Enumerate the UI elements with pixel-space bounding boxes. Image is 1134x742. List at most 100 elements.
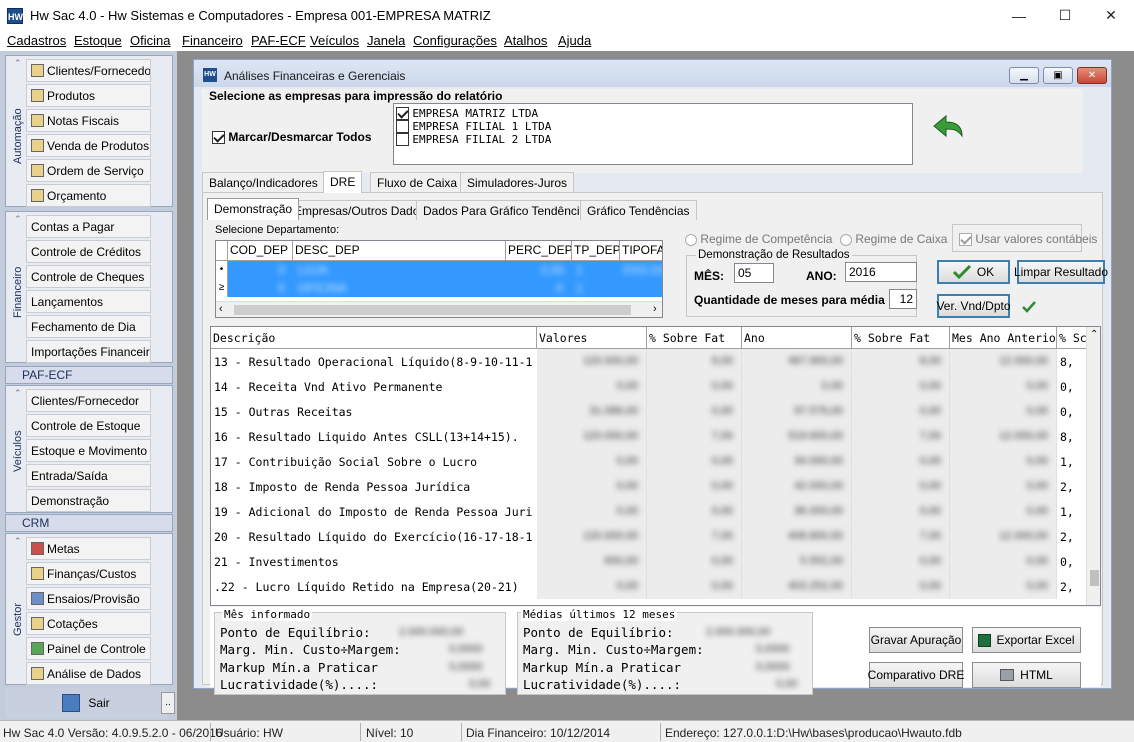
export-excel-button[interactable]: Exportar Excel: [972, 627, 1081, 653]
sidebar-item-venda-produtos[interactable]: Venda de Produtos: [26, 134, 151, 157]
collapse-chevron-icon[interactable]: ⌃: [14, 388, 22, 399]
minimize-button[interactable]: —: [996, 0, 1042, 31]
close-button[interactable]: ✕: [1088, 0, 1134, 31]
col-header[interactable]: % Sobre Fat: [647, 327, 742, 349]
sidebar-item-metas[interactable]: Metas: [26, 537, 151, 560]
col-header[interactable]: Mes Ano Anterior: [950, 327, 1057, 349]
dialog-minimize-button[interactable]: ▁: [1009, 67, 1039, 84]
col-header[interactable]: Ano: [742, 327, 852, 349]
table-row[interactable]: 21 - Investimentos 600,00 0,00 5.552,00 0,00…: [211, 549, 1086, 574]
col-header[interactable]: Descrição: [211, 327, 537, 349]
table-row[interactable]: 18 - Imposto de Renda Pessoa Jurídica 0,0…: [211, 474, 1086, 499]
menu-estoque[interactable]: Estoque: [74, 33, 122, 48]
sidebar-item-cotacoes[interactable]: Cotações: [26, 612, 151, 635]
company-item[interactable]: EMPRESA FILIAL 2 LTDA: [396, 132, 551, 147]
col-header[interactable]: PERC_DEP: [506, 241, 572, 261]
exit-button[interactable]: Sair: [5, 688, 167, 718]
table-row[interactable]: 14 - Receita Vnd Ativo Permanente 0,00 0,0…: [211, 374, 1086, 399]
sidebar-item-produtos[interactable]: Produtos: [26, 84, 151, 107]
table-row[interactable]: 13 - Resultado Operacional Líquido(8-9-1…: [211, 349, 1086, 374]
col-header[interactable]: Valores: [537, 327, 647, 349]
sidebar-item-fechamento-dia[interactable]: Fechamento de Dia: [26, 315, 151, 338]
toggle-all-checkbox[interactable]: Marcar/Desmarcar Todos: [212, 130, 372, 145]
sidebar-item-estoque-movimento[interactable]: Estoque e Movimento: [26, 439, 151, 462]
col-header[interactable]: % Sc: [1057, 327, 1087, 349]
scroll-thumb[interactable]: [1090, 570, 1099, 586]
tab-grafico-tendencias[interactable]: Gráfico Tendências: [580, 200, 697, 220]
sidebar-item-analise-dados[interactable]: Análise de Dados: [26, 662, 151, 685]
col-header[interactable]: % Sobre Fat: [852, 327, 950, 349]
tab-simuladores-juros[interactable]: Simuladores-Juros: [460, 172, 575, 192]
sidebar-item-demonstracao[interactable]: Demonstração: [26, 489, 151, 512]
sidebar-item-ensaios-provisao[interactable]: Ensaios/Provisão: [26, 587, 151, 610]
sidebar-item-painel-controle[interactable]: Painel de Controle: [26, 637, 151, 660]
col-header[interactable]: TP_DEP: [572, 241, 620, 261]
scroll-left-icon[interactable]: ‹: [219, 303, 223, 315]
month-input[interactable]: 05: [734, 263, 774, 283]
sidebar-item-contas-pagar[interactable]: Contas a Pagar: [26, 215, 151, 238]
sidebar-item-clientes-fornecedor-veiculos[interactable]: Clientes/Fornecedor: [26, 389, 151, 412]
table-row[interactable]: 19 - Adicional do Imposto de Renda Pesso…: [211, 499, 1086, 524]
collapse-chevron-icon[interactable]: ⌃: [14, 536, 22, 547]
sidebar-item-notas-fiscais[interactable]: Notas Fiscais: [26, 109, 151, 132]
dept-grid-scrollbar[interactable]: ‹ ›: [216, 301, 662, 317]
regime-competencia-radio[interactable]: Regime de Competência: [685, 232, 832, 246]
menu-configuracoes[interactable]: Configurações: [413, 33, 497, 48]
sidebar-item-importacoes-financeiro[interactable]: Importações Financeiro: [26, 340, 151, 363]
use-accounting-values-checkbox[interactable]: Usar valores contábeis: [952, 224, 1097, 252]
menu-oficina[interactable]: Oficina: [130, 33, 170, 48]
sidebar-item-clientes-fornecedor[interactable]: Clientes/Fornecedor: [26, 59, 151, 82]
regime-caixa-radio[interactable]: Regime de Caixa: [840, 232, 947, 246]
tab-empresas-outros[interactable]: Empresas/Outros Dados: [287, 200, 433, 220]
dre-grid-scrollbar[interactable]: ⌃: [1086, 327, 1100, 605]
sidebar-item-controle-estoque[interactable]: Controle de Estoque: [26, 414, 151, 437]
menu-atalhos[interactable]: Atalhos: [504, 33, 547, 48]
table-row[interactable]: 16 - Resultado Liquido Antes CSLL(13+14+…: [211, 424, 1086, 449]
clear-result-button[interactable]: Limpar Resultado: [1014, 260, 1108, 284]
dialog-close-button[interactable]: ✕: [1077, 67, 1107, 84]
collapse-chevron-icon[interactable]: ⌃: [14, 58, 22, 69]
compare-dre-button[interactable]: Comparativo DRE: [868, 662, 964, 688]
sidebar-item-controle-cheques[interactable]: Controle de Cheques: [26, 265, 151, 288]
menu-cadastros[interactable]: Cadastros: [7, 33, 66, 48]
sidebar-item-orcamento[interactable]: Orçamento: [26, 184, 151, 207]
menu-financeiro[interactable]: Financeiro: [182, 33, 243, 48]
tab-demonstracao[interactable]: Demonstração: [207, 198, 300, 220]
sidebar-section-paf-ecf[interactable]: PAF-ECF: [5, 366, 173, 384]
sidebar-item-financas-custos[interactable]: Finanças/Custos: [26, 562, 151, 585]
table-row[interactable]: ≥ 5 OFICINA 0 1: [216, 279, 662, 297]
scroll-right-icon[interactable]: ›: [653, 303, 657, 315]
scroll-thumb[interactable]: [234, 305, 631, 315]
tab-dados-grafico[interactable]: Dados Para Gráfico Tendências: [416, 200, 600, 220]
sidebar-section-crm[interactable]: CRM: [5, 514, 173, 532]
menu-paf-ecf[interactable]: PAF-ECF: [251, 33, 306, 48]
tab-balanco-indicadores[interactable]: Balanço/Indicadores: [202, 172, 325, 192]
tab-fluxo-caixa[interactable]: Fluxo de Caixa: [370, 172, 465, 192]
dialog-restore-button[interactable]: ▣: [1043, 67, 1073, 84]
col-header[interactable]: COD_DEP: [228, 241, 293, 261]
table-row[interactable]: 17 - Contribuição Social Sobre o Lucro 0,…: [211, 449, 1086, 474]
sidebar-item-controle-creditos[interactable]: Controle de Créditos: [26, 240, 151, 263]
table-row[interactable]: 20 - Resultado Líquido do Exercício(16-1…: [211, 524, 1086, 549]
sidebar-item-entrada-saida[interactable]: Entrada/Saída: [26, 464, 151, 487]
more-button[interactable]: ..: [161, 692, 175, 714]
table-row[interactable]: .22 - Lucro Líquido Retido na Empresa(20…: [211, 574, 1086, 599]
col-header[interactable]: TIPOFA: [620, 241, 662, 261]
ok-button[interactable]: OK: [937, 260, 1010, 284]
sidebar-item-lancamentos[interactable]: Lançamentos: [26, 290, 151, 313]
year-input[interactable]: 2016: [845, 262, 917, 282]
maximize-button[interactable]: ☐: [1042, 0, 1088, 31]
col-header[interactable]: DESC_DEP: [293, 241, 506, 261]
scroll-up-icon[interactable]: ⌃: [1090, 329, 1098, 340]
back-arrow-icon[interactable]: [930, 114, 966, 142]
html-button[interactable]: HTML: [972, 662, 1081, 688]
collapse-chevron-icon[interactable]: ⌃: [14, 214, 22, 225]
tab-dre[interactable]: DRE: [323, 171, 363, 193]
table-row[interactable]: 15 - Outras Receitas 31.086,00 0,00 97.576,…: [211, 399, 1086, 424]
menu-ajuda[interactable]: Ajuda: [558, 33, 591, 48]
table-row[interactable]: • 3 LOJA 0.55 1 DSS.DS: [216, 261, 662, 279]
menu-janela[interactable]: Janela: [367, 33, 405, 48]
sidebar-item-ordem-servico[interactable]: Ordem de Serviço: [26, 159, 151, 182]
vnd-dpto-button[interactable]: Ver. Vnd/Dpto: [936, 294, 1011, 318]
menu-veiculos[interactable]: Veículos: [310, 33, 359, 48]
